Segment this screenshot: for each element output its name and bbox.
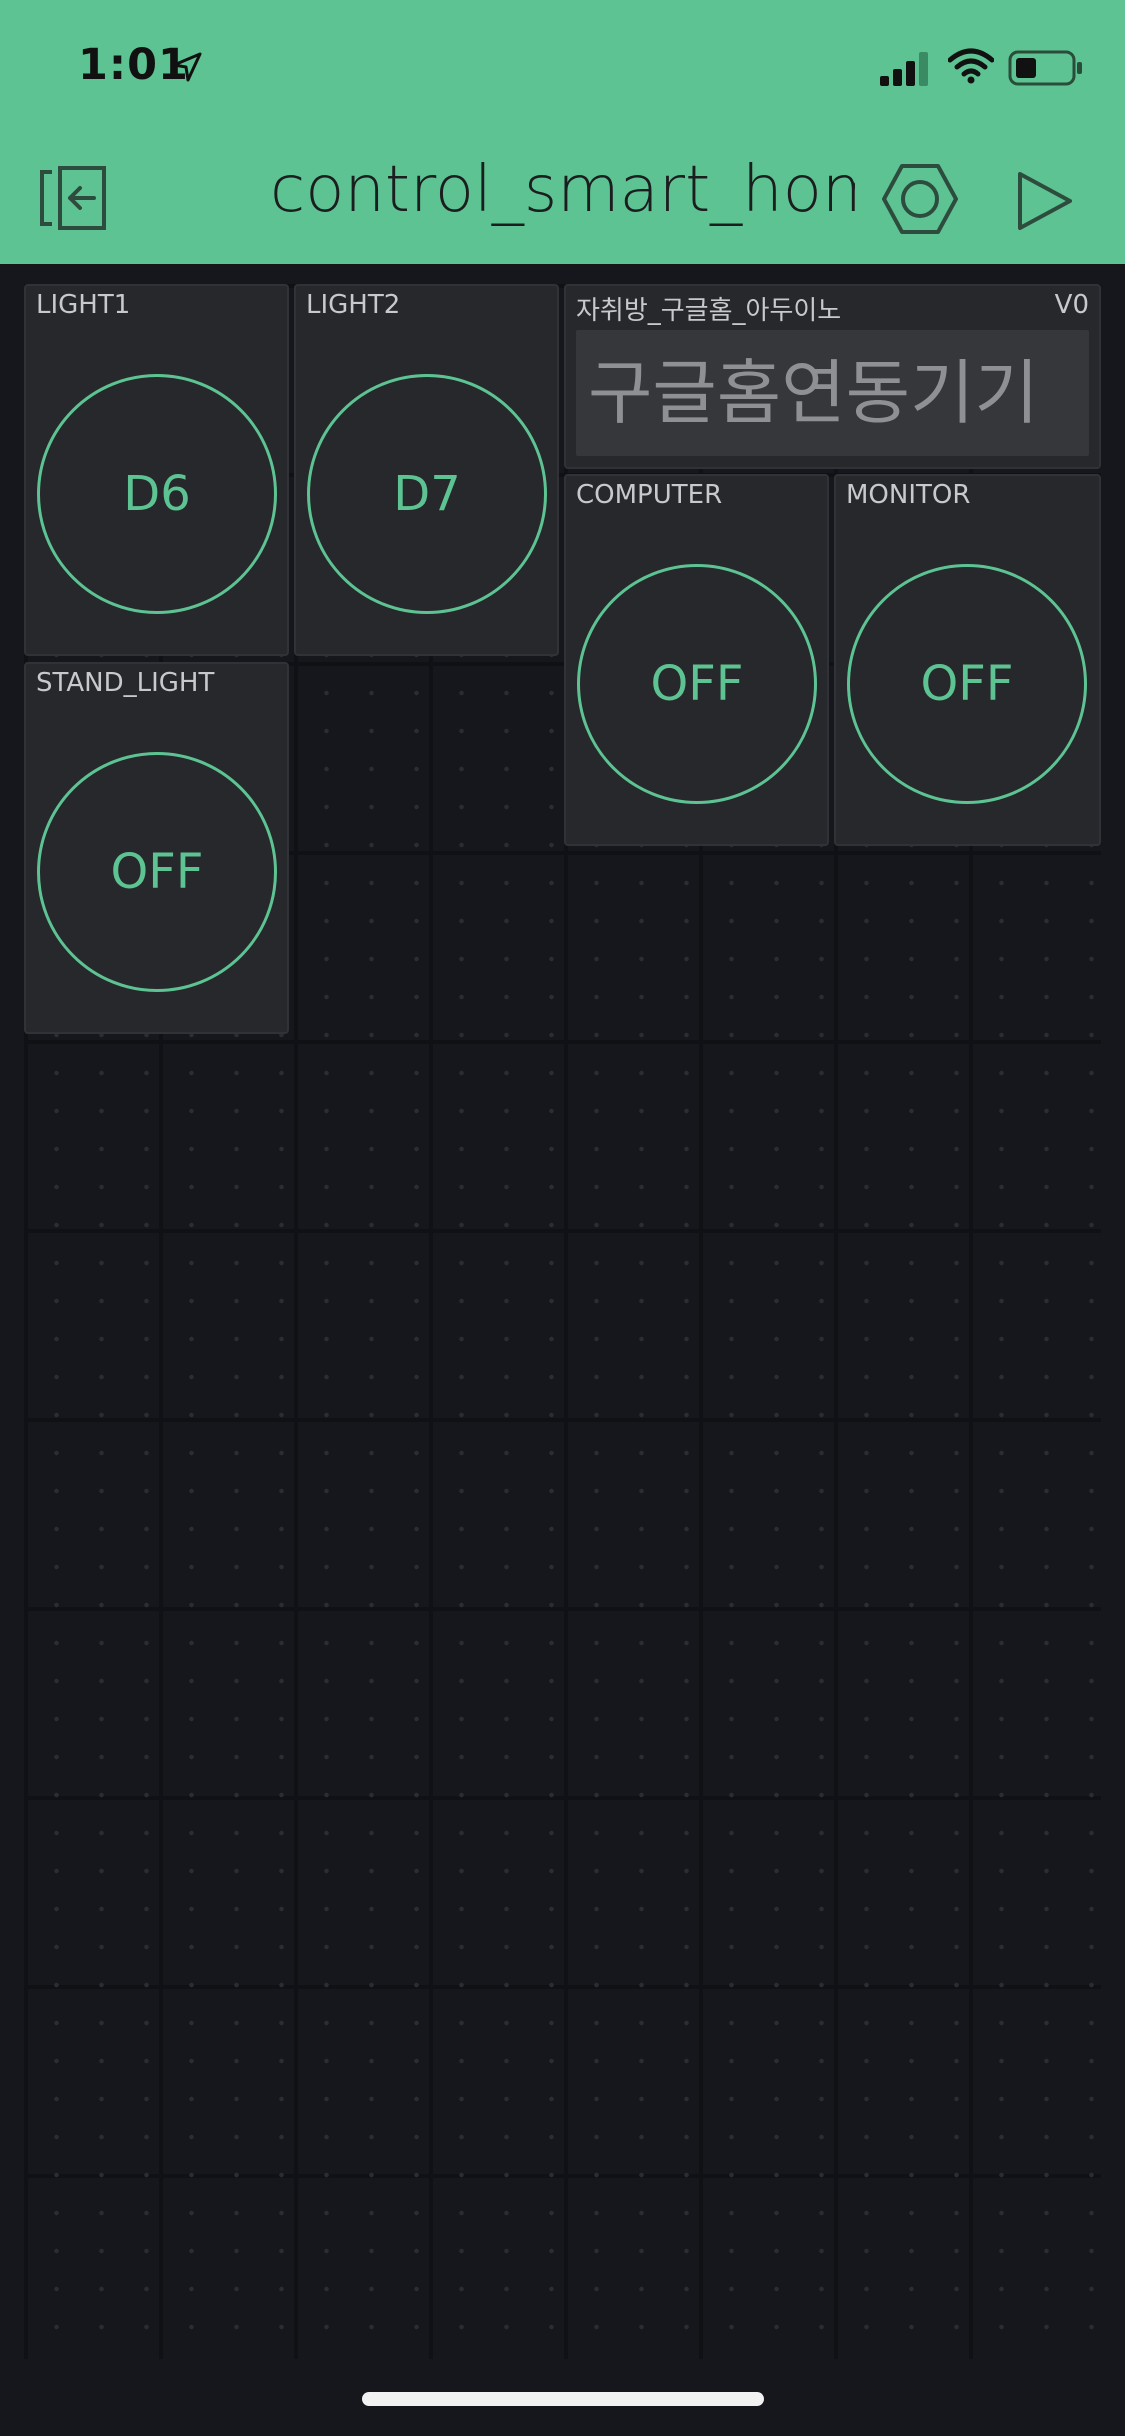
dashboard-canvas: LIGHT1 D6 LIGHT2 D7 자취방_구글홈_아두이노 V0 구글홈연… xyxy=(24,284,1101,2359)
widget-light2: LIGHT2 D7 xyxy=(294,284,559,656)
project-title: control_smart_home xyxy=(270,153,855,227)
computer-button[interactable]: OFF xyxy=(577,564,817,804)
widget-label: LIGHT2 xyxy=(306,290,401,320)
home-indicator[interactable] xyxy=(362,2392,764,2406)
widget-text-input: 자취방_구글홈_아두이노 V0 구글홈연동기기 xyxy=(564,284,1101,469)
light2-button[interactable]: D7 xyxy=(307,374,547,614)
location-arrow-icon xyxy=(172,52,202,82)
text-input-field[interactable]: 구글홈연동기기 xyxy=(576,330,1089,456)
widget-monitor: MONITOR OFF xyxy=(834,474,1101,846)
cellular-signal-icon xyxy=(880,52,928,86)
play-icon[interactable] xyxy=(1016,170,1074,232)
widget-light1: LIGHT1 D6 xyxy=(24,284,289,656)
widget-stand-light: STAND_LIGHT OFF xyxy=(24,662,289,1034)
battery-icon xyxy=(1008,50,1082,86)
wifi-icon xyxy=(948,48,994,84)
widget-pin: V0 xyxy=(1054,290,1089,320)
app-header: 1:01 control_smart_home xyxy=(0,0,1125,264)
light1-button[interactable]: D6 xyxy=(37,374,277,614)
widget-label: 자취방_구글홈_아두이노 xyxy=(576,296,842,326)
settings-hexagon-icon[interactable] xyxy=(880,162,960,236)
exit-project-icon[interactable] xyxy=(38,166,114,230)
widget-computer: COMPUTER OFF xyxy=(564,474,829,846)
widget-label: COMPUTER xyxy=(576,480,723,510)
widget-label: MONITOR xyxy=(846,480,971,510)
stand-light-button[interactable]: OFF xyxy=(37,752,277,992)
widget-label: STAND_LIGHT xyxy=(36,668,215,698)
widget-label: LIGHT1 xyxy=(36,290,131,320)
monitor-button[interactable]: OFF xyxy=(847,564,1087,804)
